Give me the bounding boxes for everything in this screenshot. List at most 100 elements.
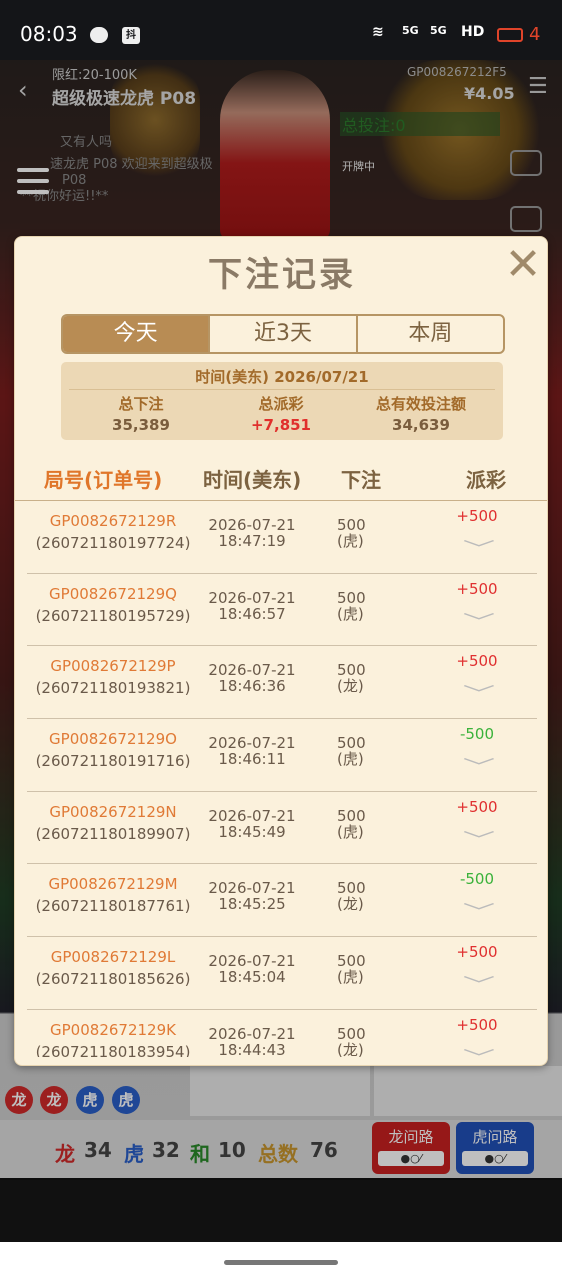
- summary-panel: 时间(美东) 2026/07/21 总下注 35,389 总派彩 +7,851 …: [61, 362, 503, 440]
- bet-date: 2026-07-21: [208, 806, 296, 825]
- tab-this-week[interactable]: 本周: [358, 316, 503, 352]
- chevron-down-icon[interactable]: ﹀: [443, 535, 515, 560]
- bet-datetime: 2026-07-21 18:45:49: [202, 808, 302, 840]
- order-number: (260721180195729): [35, 606, 191, 625]
- divider: [69, 389, 495, 390]
- order-number: (260721180189907): [35, 824, 191, 843]
- round-id: GP0082672129P: [50, 657, 176, 676]
- bet-amount: 500 (虎): [337, 517, 366, 549]
- bet-side: (虎): [337, 750, 364, 769]
- bet-date: 2026-07-21: [208, 588, 296, 607]
- payout: +500: [456, 1015, 498, 1034]
- payout: -500: [459, 725, 495, 744]
- round-id: GP0082672129L: [50, 948, 176, 967]
- chevron-down-icon[interactable]: ﹀: [443, 753, 515, 778]
- round-id: GP0082672129K: [50, 1020, 176, 1039]
- total-bet-summary: 总下注 35,389: [71, 393, 211, 434]
- bet-date: 2026-07-21: [208, 734, 296, 753]
- bet-record-list[interactable]: GP0082672129R (260721180197724) 2026-07-21…: [27, 501, 537, 1057]
- signal-icon: 5G: [402, 24, 419, 37]
- bet-date: 2026-07-21: [208, 516, 296, 534]
- bet-amount: 500 (龙): [337, 1026, 366, 1057]
- bet-amount: 500 (虎): [337, 590, 366, 622]
- bet-date: 2026-07-21: [208, 952, 296, 971]
- bet-value: 500: [337, 661, 366, 680]
- order-number: (260721180187761): [35, 897, 191, 916]
- bet-value: 500: [337, 588, 366, 607]
- chevron-down-icon[interactable]: ﹀: [443, 898, 515, 923]
- period-tabs: 今天 近3天 本周: [61, 314, 505, 354]
- bet-amount: 500 (龙): [337, 662, 366, 694]
- bet-side: (龙): [337, 1040, 364, 1057]
- payout: +500: [456, 507, 498, 525]
- chevron-down-icon[interactable]: ﹀: [443, 608, 515, 633]
- bet-side: (龙): [337, 677, 364, 696]
- bet-side: (虎): [337, 822, 364, 841]
- bet-date: 2026-07-21: [208, 661, 296, 680]
- bet-datetime: 2026-07-21 18:47:19: [202, 517, 302, 549]
- round-id: GP0082672129R: [49, 512, 177, 530]
- battery-level: 4: [529, 24, 541, 45]
- payout: +500: [456, 943, 498, 962]
- round-id: GP0082672129Q: [49, 584, 177, 603]
- header-round: 局号(订单号): [44, 468, 163, 492]
- bottom-band: [0, 1178, 562, 1242]
- table-row[interactable]: GP0082672129O (260721180191716) 2026-07-21…: [27, 719, 537, 792]
- valid-bet-label: 总有效投注额: [375, 395, 466, 413]
- order-number: (260721180183954): [35, 1042, 191, 1057]
- bet-datetime: 2026-07-21 18:46:57: [202, 590, 302, 622]
- status-bar: 08:03 抖 ≋ 5G 5G HD 4: [0, 0, 562, 60]
- table-row[interactable]: GP0082672129Q (260721180195729) 2026-07-21…: [27, 574, 537, 647]
- home-indicator[interactable]: [224, 1260, 338, 1265]
- bet-time: 18:46:36: [218, 677, 286, 696]
- round-id: GP0082672129N: [49, 802, 177, 821]
- close-icon[interactable]: ✕: [501, 243, 545, 287]
- message-icon: [90, 27, 108, 43]
- table-row[interactable]: GP0082672129K (260721180183954) 2026-07-21…: [27, 1010, 537, 1057]
- tab-3days[interactable]: 近3天: [210, 316, 358, 352]
- table-row[interactable]: GP0082672129R (260721180197724) 2026-07-21…: [27, 501, 537, 574]
- header-payout: 派彩: [466, 468, 506, 492]
- bet-value: 500: [337, 952, 366, 971]
- bet-time: 18:45:04: [218, 968, 286, 987]
- bet-date: 2026-07-21: [208, 1024, 296, 1043]
- bet-date: 2026-07-21: [208, 879, 296, 898]
- table-row[interactable]: GP0082672129P (260721180193821) 2026-07-21…: [27, 646, 537, 720]
- tab-today[interactable]: 今天: [63, 316, 211, 352]
- total-payout-label: 总派彩: [258, 395, 304, 413]
- bet-side: (龙): [337, 895, 364, 914]
- order-number: (260721180185626): [35, 970, 191, 989]
- bet-time: 18:46:11: [218, 750, 286, 769]
- table-row[interactable]: GP0082672129N (260721180189907) 2026-07-21…: [27, 792, 537, 865]
- table-row[interactable]: GP0082672129M (260721180187761) 2026-07-21…: [27, 864, 537, 938]
- round-id: GP0082672129O: [49, 730, 177, 749]
- table-row[interactable]: GP0082672129L (260721180185626) 2026-07-21…: [27, 937, 537, 1010]
- chevron-down-icon[interactable]: ﹀: [443, 971, 515, 996]
- bet-amount: 500 (龙): [337, 880, 366, 912]
- bet-value: 500: [337, 734, 366, 753]
- signal-icon-2: 5G: [430, 24, 447, 37]
- total-bet-label: 总下注: [118, 395, 164, 413]
- chevron-down-icon[interactable]: ﹀: [443, 680, 515, 705]
- bet-value: 500: [337, 806, 366, 825]
- app-notification-icon: 抖: [122, 27, 140, 44]
- bet-side: (虎): [337, 968, 364, 987]
- bet-side: (虎): [337, 604, 364, 623]
- bet-value: 500: [337, 1024, 366, 1043]
- bet-time: 18:47:19: [218, 532, 286, 550]
- hd-icon: HD: [461, 24, 485, 40]
- bet-time: 18:45:25: [218, 895, 286, 914]
- bet-datetime: 2026-07-21 18:44:43: [202, 1026, 302, 1057]
- chevron-down-icon[interactable]: ﹀: [443, 826, 515, 851]
- bet-time: 18:44:43: [218, 1040, 286, 1057]
- battery-icon: [497, 28, 523, 42]
- total-payout-value: +7,851: [250, 416, 311, 434]
- order-number: (260721180191716): [35, 752, 191, 771]
- header-time: 时间(美东): [203, 468, 302, 492]
- bet-amount: 500 (虎): [337, 953, 366, 985]
- valid-bet-summary: 总有效投注额 34,639: [351, 393, 491, 434]
- bet-datetime: 2026-07-21 18:45:25: [202, 880, 302, 912]
- order-number: (260721180193821): [35, 679, 191, 698]
- order-number: (260721180197724): [35, 534, 191, 552]
- chevron-down-icon[interactable]: ﹀: [443, 1044, 515, 1057]
